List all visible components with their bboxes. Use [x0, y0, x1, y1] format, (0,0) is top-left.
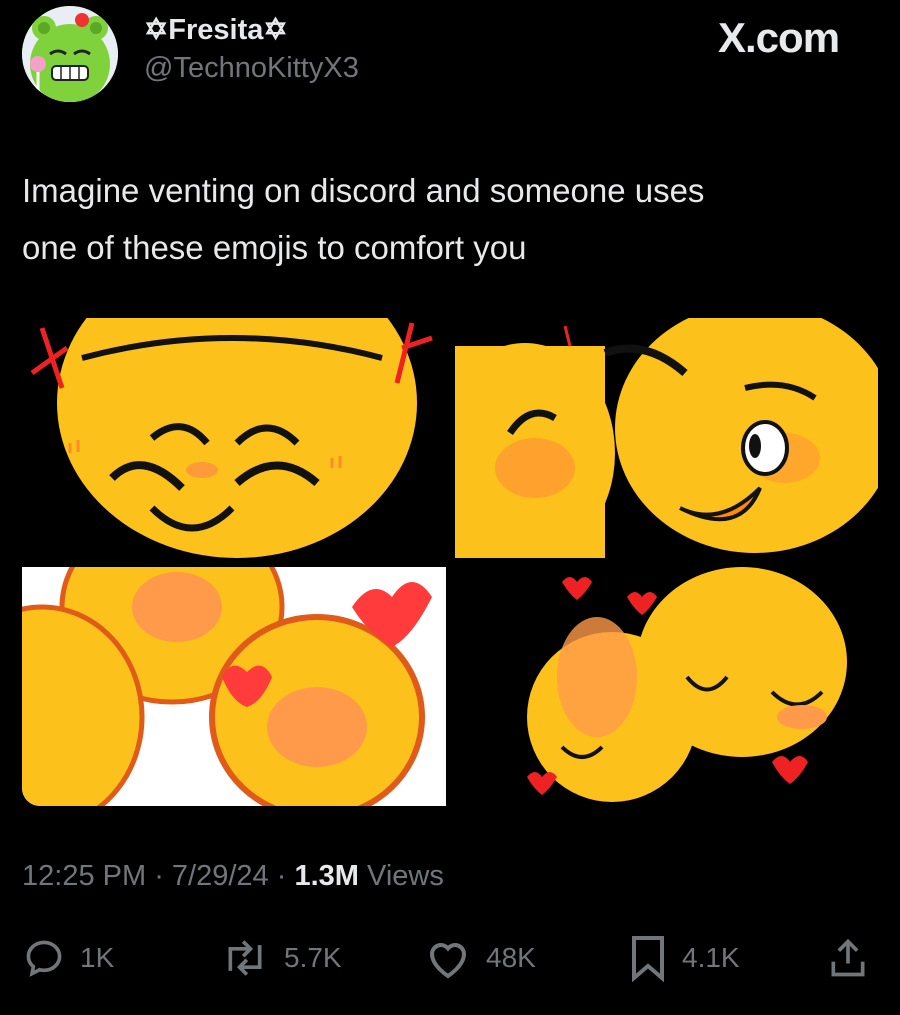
- tweet-meta: 12:25 PM · 7/29/24 · 1.3M Views: [22, 860, 444, 893]
- emoji-image-3[interactable]: [22, 567, 446, 806]
- reply-icon: [26, 940, 62, 977]
- action-bar: 1K 5.7K 48K 4.1K: [0, 930, 900, 986]
- reply-button[interactable]: 1K: [22, 930, 114, 986]
- repost-count: 5.7K: [284, 942, 342, 973]
- reply-count: 1K: [80, 942, 115, 973]
- user-handle[interactable]: @TechnoKittyX3: [144, 52, 359, 85]
- like-count: 48K: [486, 942, 536, 973]
- tweet-date[interactable]: 7/29/24: [172, 860, 269, 892]
- bookmark-button[interactable]: 4.1K: [628, 930, 740, 986]
- avatar[interactable]: [22, 6, 118, 102]
- meta-separator: ·: [268, 860, 295, 892]
- repost-icon: [228, 940, 262, 976]
- media-grid[interactable]: [22, 318, 878, 806]
- avatar-image: [22, 6, 118, 102]
- emoji-image-2[interactable]: [455, 318, 878, 558]
- tweet-text-line: Imagine venting on discord and someone u…: [22, 172, 705, 209]
- meta-separator: ·: [146, 860, 172, 892]
- emoji-image-4[interactable]: [502, 567, 878, 806]
- emoji-image-1[interactable]: [22, 318, 442, 558]
- repost-button[interactable]: 5.7K: [220, 930, 342, 986]
- bookmark-icon: [632, 936, 664, 982]
- tweet-time[interactable]: 12:25 PM: [22, 860, 146, 892]
- like-button[interactable]: 48K: [424, 930, 536, 986]
- tweet-text: Imagine venting on discord and someone u…: [22, 162, 872, 276]
- bookmark-count: 4.1K: [682, 942, 740, 973]
- display-name[interactable]: ✡Fresita✡: [144, 12, 288, 47]
- views-count: 1.3M: [294, 860, 359, 892]
- like-icon: [429, 943, 467, 979]
- tweet-text-line: one of these emojis to comfort you: [22, 229, 527, 266]
- share-button[interactable]: [826, 930, 870, 986]
- share-icon: [831, 938, 865, 977]
- site-brand: X.com: [718, 14, 840, 61]
- views-label: Views: [358, 860, 444, 892]
